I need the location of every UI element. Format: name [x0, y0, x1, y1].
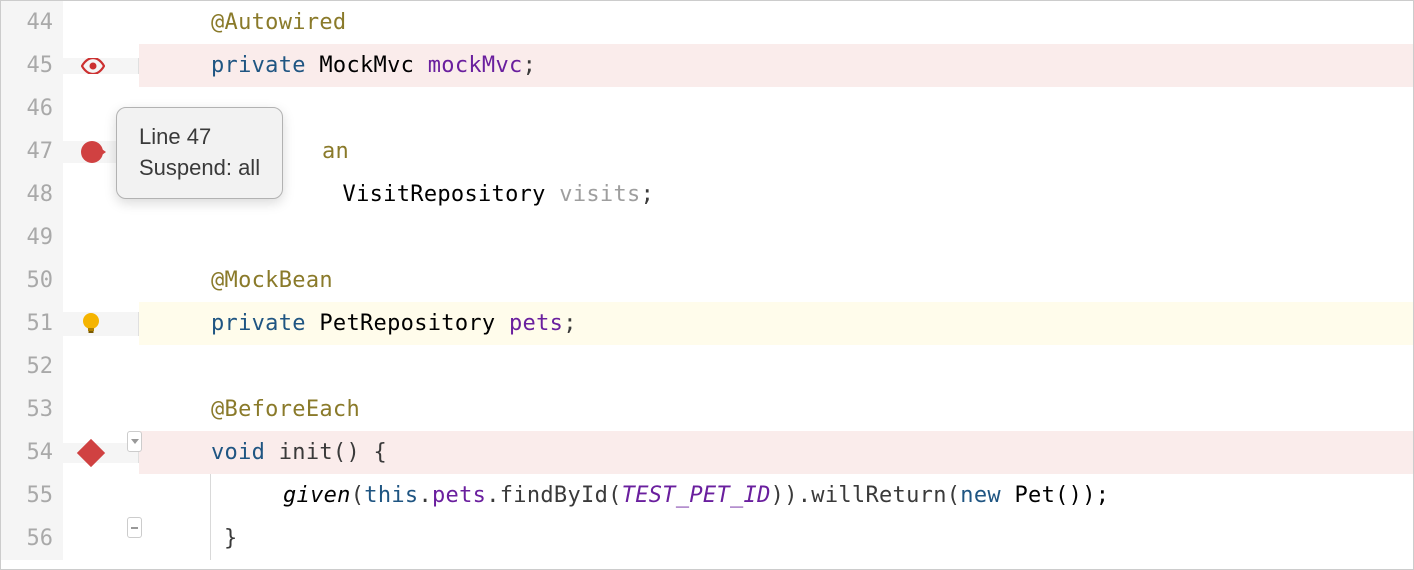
indent-guide [210, 517, 211, 560]
code-token: visits [559, 182, 640, 207]
editor-line[interactable]: 49 [1, 216, 1413, 259]
code-token: this [364, 483, 418, 508]
code-token: @MockBean [211, 268, 333, 293]
diamond-breakpoint-icon[interactable] [77, 438, 105, 466]
line-number[interactable]: 46 [1, 87, 63, 130]
tooltip-line2: Suspend: all [139, 153, 260, 184]
code-content[interactable]: VisitRepository visits; [139, 173, 1413, 216]
code-token: )).willReturn( [771, 483, 961, 508]
code-content[interactable]: private PetRepository pets; [139, 302, 1413, 345]
code-token: PetRepository [306, 311, 509, 336]
code-token: Pet()); [1001, 483, 1109, 508]
code-token: TEST_PET_ID [622, 483, 771, 508]
editor-line[interactable]: 51 private PetRepository pets; [1, 302, 1413, 345]
editor-line[interactable]: 53 @BeforeEach [1, 388, 1413, 431]
code-content[interactable]: @MockBean [139, 259, 1413, 302]
line-number[interactable]: 51 [1, 302, 63, 345]
gutter-icons[interactable] [63, 58, 139, 74]
code-token: @BeforeEach [211, 397, 360, 422]
line-number[interactable]: 47 [1, 130, 63, 173]
editor-line[interactable]: 45 private MockMvc mockMvc; [1, 44, 1413, 87]
code-token: ; [641, 182, 655, 207]
line-number[interactable]: 54 [1, 431, 63, 474]
breakpoint-tooltip: Line 47 Suspend: all [116, 107, 283, 199]
fold-indicator-icon[interactable] [127, 517, 142, 538]
code-token: ( [351, 483, 365, 508]
eye-icon[interactable] [81, 58, 105, 74]
line-number[interactable]: 52 [1, 345, 63, 388]
code-token: private [211, 311, 306, 336]
line-number[interactable]: 50 [1, 259, 63, 302]
code-token: . [418, 483, 432, 508]
code-token: MockMvc [306, 53, 428, 78]
code-content[interactable]: given(this.pets.findById(TEST_PET_ID)).w… [139, 474, 1413, 517]
code-token: ; [563, 311, 577, 336]
line-number[interactable]: 45 [1, 44, 63, 87]
code-token: } [224, 526, 238, 551]
editor-line[interactable]: 55 given(this.pets.findById(TEST_PET_ID))… [1, 474, 1413, 517]
code-token: given [283, 483, 351, 508]
line-number[interactable]: 44 [1, 1, 63, 44]
line-number[interactable]: 56 [1, 517, 63, 560]
code-content[interactable]: @BeforeEach [139, 388, 1413, 431]
gutter-icons[interactable] [63, 312, 139, 336]
code-content[interactable]: void init() { [139, 431, 1413, 474]
code-token [265, 440, 279, 465]
code-token: .findById( [486, 483, 621, 508]
lightbulb-icon[interactable] [81, 312, 101, 336]
code-token: void [211, 440, 265, 465]
code-token: init [279, 440, 333, 465]
code-token: an [322, 139, 349, 164]
line-number[interactable]: 55 [1, 474, 63, 517]
indent-guide [210, 474, 211, 517]
code-token: new [960, 483, 1001, 508]
code-content[interactable]: } [139, 517, 1413, 560]
editor-line[interactable]: 52 [1, 345, 1413, 388]
editor-line[interactable]: 50 @MockBean [1, 259, 1413, 302]
code-token: VisitRepository [329, 182, 559, 207]
editor-line[interactable]: 54 void init() { [1, 431, 1413, 474]
code-token: @Autowired [211, 10, 346, 35]
tooltip-line1: Line 47 [139, 122, 260, 153]
code-editor[interactable]: 44 @Autowired 45 private MockMvc mockMvc; 46… [1, 1, 1413, 560]
code-token: ; [523, 53, 537, 78]
code-token: pets [432, 483, 486, 508]
code-content[interactable]: @Autowired [139, 1, 1413, 44]
code-token: () { [333, 440, 387, 465]
editor-line[interactable]: 44 @Autowired [1, 1, 1413, 44]
code-content[interactable]: private MockMvc mockMvc; [139, 44, 1413, 87]
code-token: private [211, 53, 306, 78]
breakpoint-icon[interactable] [81, 141, 103, 163]
code-token: pets [509, 311, 563, 336]
fold-collapse-icon[interactable] [127, 431, 142, 452]
line-number[interactable]: 53 [1, 388, 63, 431]
code-token: mockMvc [428, 53, 523, 78]
line-number[interactable]: 49 [1, 216, 63, 259]
line-number[interactable]: 48 [1, 173, 63, 216]
editor-line[interactable]: 56} [1, 517, 1413, 560]
code-content[interactable]: an [139, 130, 1413, 173]
